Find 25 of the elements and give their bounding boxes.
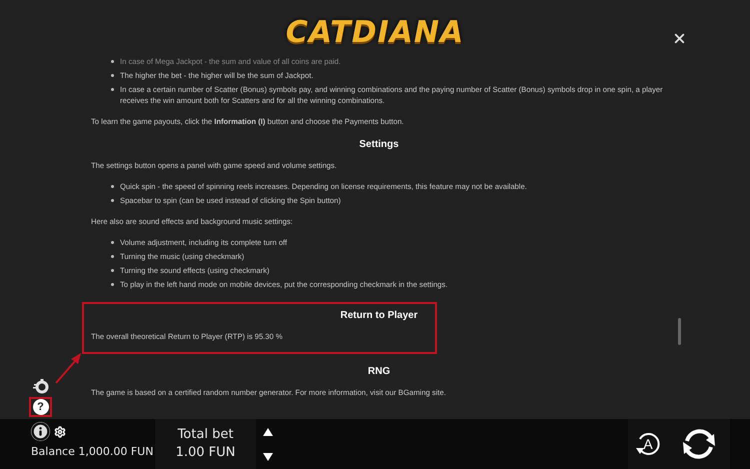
- scrollbar-thumb[interactable]: [678, 318, 681, 345]
- help-button[interactable]: ?: [32, 399, 48, 415]
- bullet-icon: [111, 241, 114, 244]
- balance-text: Balance 1,000.00 FUN: [31, 444, 154, 460]
- settings-icon[interactable]: [54, 426, 66, 438]
- info-icon[interactable]: [31, 422, 50, 441]
- autoplay-button[interactable]: A: [628, 419, 668, 469]
- bullet-icon: [111, 199, 114, 202]
- total-bet-value: 1.00 FUN: [176, 444, 236, 462]
- bullet-icon: [111, 60, 114, 63]
- stopwatch-icon[interactable]: [32, 378, 48, 394]
- game-logo: CATDIANA: [286, 14, 464, 52]
- bullet-icon: [111, 74, 114, 77]
- section-heading: RNG: [368, 366, 390, 377]
- bet-down-button[interactable]: [263, 452, 273, 460]
- section-heading: Return to Player: [340, 310, 418, 321]
- bullet-icon: [111, 255, 114, 258]
- bullet-icon: [111, 185, 114, 188]
- bullet-icon: [111, 269, 114, 272]
- total-bet-label: Total bet: [178, 426, 234, 444]
- bullet-icon: [111, 283, 114, 286]
- spin-button[interactable]: [668, 419, 730, 469]
- bullet-icon: [111, 88, 114, 91]
- section-heading: Settings: [359, 139, 399, 150]
- bet-up-button[interactable]: [263, 428, 273, 436]
